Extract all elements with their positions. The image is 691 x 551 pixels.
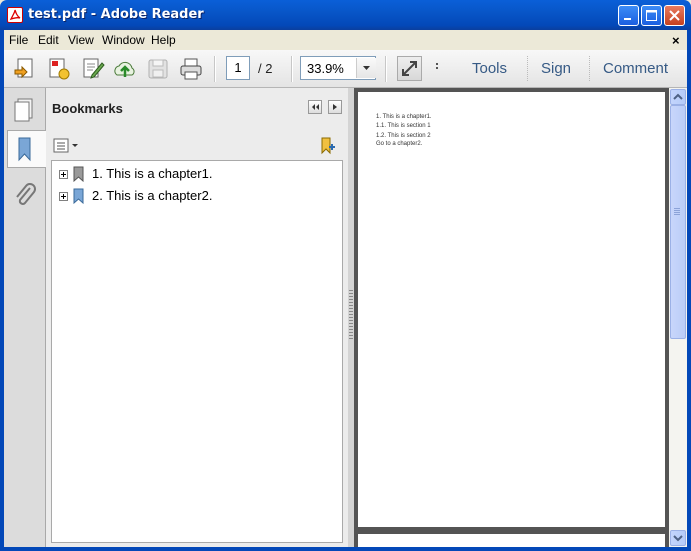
page-number-input[interactable]: 1: [226, 56, 250, 80]
toolbar-separator: [527, 56, 528, 82]
scrollbar-thumb[interactable]: [670, 105, 686, 339]
toolbar-overflow-icon[interactable]: [436, 63, 438, 65]
toolbar-separator: [291, 56, 293, 82]
save-icon[interactable]: [145, 56, 171, 82]
close-document-button[interactable]: ×: [672, 33, 680, 48]
close-button[interactable]: [664, 5, 685, 26]
upload-cloud-icon[interactable]: [112, 56, 138, 82]
new-bookmark-icon[interactable]: [318, 136, 338, 156]
expand-bookmark-icon[interactable]: [59, 192, 68, 201]
menu-window[interactable]: Window: [102, 33, 145, 47]
menu-help[interactable]: Help: [151, 33, 176, 47]
bookmark-icon: [73, 166, 84, 182]
document-text-line: 1. This is a chapter1.: [376, 114, 432, 120]
fullscreen-icon[interactable]: [397, 56, 422, 81]
toolbar-separator: [385, 56, 387, 82]
maximize-button[interactable]: [641, 5, 662, 26]
window-frame-bottom: [0, 547, 691, 551]
edit-pdf-icon[interactable]: [80, 56, 106, 82]
scroll-down-button[interactable]: [670, 530, 686, 546]
zoom-value: 33.9%: [307, 61, 344, 76]
menu-view[interactable]: View: [68, 33, 94, 47]
create-pdf-icon[interactable]: [12, 56, 38, 82]
expand-bookmark-icon[interactable]: [59, 170, 68, 179]
document-text-line: 1.2. This is section 2: [376, 133, 431, 139]
comment-button[interactable]: Comment: [603, 60, 668, 77]
bookmarks-tree: 1. This is a chapter1. 2. This is a chap…: [51, 160, 343, 543]
document-link-line[interactable]: Go to a chapter2.: [376, 141, 422, 147]
attachments-icon[interactable]: [7, 178, 43, 214]
tools-button[interactable]: Tools: [472, 60, 507, 77]
pdf-page-2[interactable]: [358, 534, 665, 547]
navigation-pane-rail: [4, 88, 46, 547]
bookmarks-header: Bookmarks: [46, 88, 348, 130]
bookmarks-panel: Bookmarks 1. This is a chapter1. 2. This…: [46, 88, 348, 547]
zoom-select[interactable]: 33.9%: [300, 56, 376, 80]
page-thumbnails-icon[interactable]: [7, 92, 43, 128]
scrollbar-grip: [674, 208, 680, 216]
window-frame-right: [687, 30, 691, 551]
toolbar-separator: [214, 56, 216, 82]
page-total: / 2: [258, 61, 273, 76]
bookmark-item[interactable]: 1. This is a chapter1.: [52, 164, 342, 184]
bookmark-label: 2. This is a chapter2.: [92, 188, 213, 203]
window-title: test.pdf - Adobe Reader: [28, 7, 204, 22]
toolbar-separator: [589, 56, 590, 82]
bookmarks-title: Bookmarks: [52, 101, 123, 116]
bookmark-icon: [73, 188, 84, 204]
splitter-grip[interactable]: [349, 290, 353, 340]
collapse-panel-icon[interactable]: [308, 100, 322, 114]
expand-panel-icon[interactable]: [328, 100, 342, 114]
create-pdf-from-file-icon[interactable]: [46, 56, 72, 82]
toolbar-overflow-icon: [436, 67, 438, 69]
bookmark-label: 1. This is a chapter1.: [92, 166, 213, 181]
pdf-app-icon[interactable]: [7, 7, 23, 23]
bookmark-item[interactable]: 2. This is a chapter2.: [52, 186, 342, 206]
pdf-page-1[interactable]: 1. This is a chapter1. 1.1. This is sect…: [358, 92, 665, 527]
sign-button[interactable]: Sign: [541, 60, 571, 77]
bookmarks-panel-icon[interactable]: [7, 130, 46, 168]
bookmark-options-icon[interactable]: [53, 138, 79, 154]
chevron-down-icon[interactable]: [356, 58, 376, 78]
document-text-line: 1.1. This is section 1: [376, 123, 431, 129]
vertical-scrollbar[interactable]: [669, 88, 687, 547]
menu-edit[interactable]: Edit: [38, 33, 59, 47]
menu-bar: File Edit View Window Help ×: [4, 30, 687, 50]
minimize-button[interactable]: [618, 5, 639, 26]
toolbar: 1 / 2 33.9% Tools Sign Comment: [4, 50, 687, 88]
menu-file[interactable]: File: [9, 33, 28, 47]
scroll-up-button[interactable]: [670, 89, 686, 105]
print-icon[interactable]: [178, 56, 204, 82]
